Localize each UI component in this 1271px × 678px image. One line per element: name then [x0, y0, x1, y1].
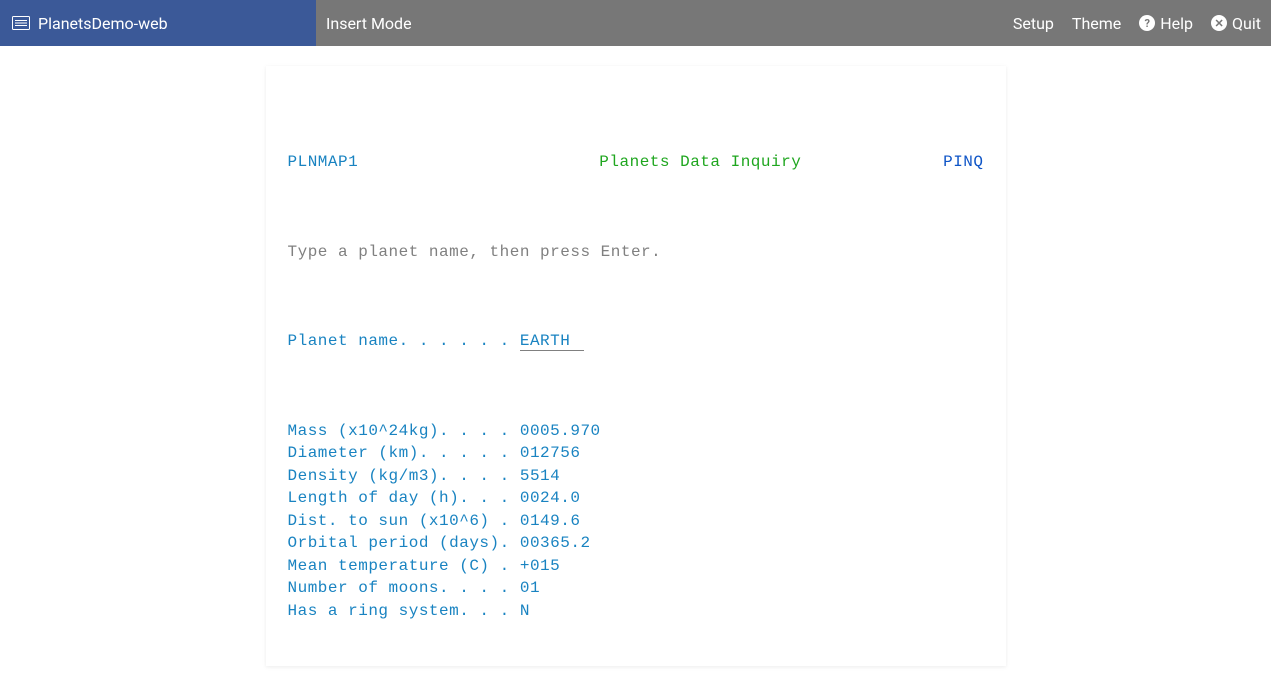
field-value: 01	[520, 579, 540, 597]
field-label: Number of moons. . . .	[288, 579, 510, 597]
field-label: Mass (x10^24kg). . . .	[288, 422, 510, 440]
field-value: +015	[520, 557, 560, 575]
field-value: 0005.970	[520, 422, 601, 440]
instruction-text: Type a planet name, then press Enter.	[288, 241, 984, 264]
terminal-icon	[12, 16, 30, 30]
data-row: Diameter (km). . . . . 012756	[288, 442, 984, 465]
field-label: Has a ring system. . .	[288, 602, 510, 620]
help-menu[interactable]: ? Help	[1139, 14, 1193, 33]
field-value: 0024.0	[520, 489, 581, 507]
data-row: Mean temperature (C) . +015	[288, 555, 984, 578]
data-row: Length of day (h). . . 0024.0	[288, 487, 984, 510]
data-row: Has a ring system. . . N	[288, 600, 984, 623]
mode-indicator: Insert Mode	[326, 14, 1013, 33]
planet-input-line: Planet name. . . . . .	[288, 330, 984, 353]
menu-right: Setup Theme ? Help ✕ Quit	[1013, 14, 1261, 33]
field-label: Dist. to sun (x10^6) .	[288, 512, 510, 530]
data-fields: Mass (x10^24kg). . . . 0005.970Diameter …	[288, 420, 984, 623]
brand-section: PlanetsDemo-web	[0, 0, 316, 46]
field-label: Length of day (h). . .	[288, 489, 510, 507]
transaction-code: PINQ	[943, 151, 983, 174]
help-icon: ?	[1139, 15, 1155, 31]
data-row: Orbital period (days). 00365.2	[288, 532, 984, 555]
screen-title: Planets Data Inquiry	[599, 151, 801, 174]
field-value: 0149.6	[520, 512, 581, 530]
setup-label: Setup	[1013, 14, 1054, 33]
terminal-header: PLNMAP1 Planets Data Inquiry PINQ	[288, 151, 984, 174]
data-row: Number of moons. . . . 01	[288, 577, 984, 600]
field-label: Diameter (km). . . . .	[288, 444, 510, 462]
content-area: PLNMAP1 Planets Data Inquiry PINQ Type a…	[0, 46, 1271, 666]
field-value: N	[520, 602, 530, 620]
top-bar: PlanetsDemo-web Insert Mode Setup Theme …	[0, 0, 1271, 46]
field-label: Orbital period (days).	[288, 534, 510, 552]
planet-input-label: Planet name. . . . . .	[288, 332, 510, 350]
field-label: Mean temperature (C) .	[288, 557, 510, 575]
setup-menu[interactable]: Setup	[1013, 14, 1054, 33]
theme-menu[interactable]: Theme	[1072, 14, 1121, 33]
brand-title: PlanetsDemo-web	[38, 14, 168, 33]
quit-label: Quit	[1232, 14, 1261, 33]
field-label: Density (kg/m3). . . .	[288, 467, 510, 485]
close-icon: ✕	[1211, 15, 1227, 31]
theme-label: Theme	[1072, 14, 1121, 33]
field-value: 5514	[520, 467, 560, 485]
data-row: Dist. to sun (x10^6) . 0149.6	[288, 510, 984, 533]
field-value: 012756	[520, 444, 581, 462]
field-value: 00365.2	[520, 534, 591, 552]
menu-bar: Insert Mode Setup Theme ? Help ✕ Quit	[316, 0, 1271, 46]
data-row: Mass (x10^24kg). . . . 0005.970	[288, 420, 984, 443]
terminal-panel: PLNMAP1 Planets Data Inquiry PINQ Type a…	[266, 66, 1006, 666]
quit-menu[interactable]: ✕ Quit	[1211, 14, 1261, 33]
planet-name-input[interactable]	[520, 332, 584, 351]
data-row: Density (kg/m3). . . . 5514	[288, 465, 984, 488]
help-label: Help	[1160, 14, 1193, 33]
map-id: PLNMAP1	[288, 151, 458, 174]
